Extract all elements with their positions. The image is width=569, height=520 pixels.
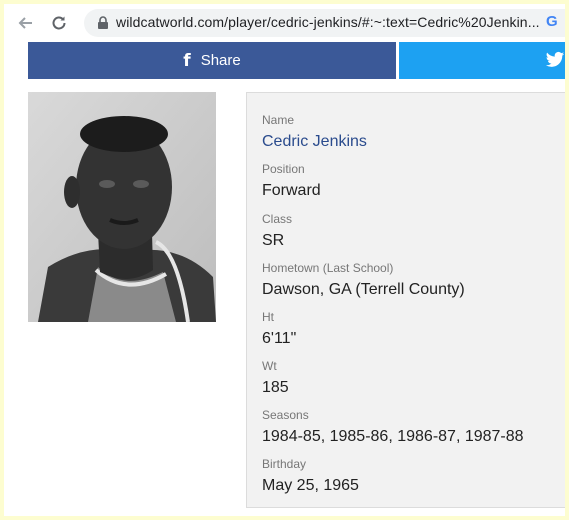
field-seasons: Seasons 1984-85, 1985-86, 1986-87, 1987-…	[262, 408, 524, 447]
lock-icon	[98, 16, 108, 29]
field-birthday: Birthday May 25, 1965	[262, 457, 359, 496]
field-hometown: Hometown (Last School) Dawson, GA (Terre…	[262, 261, 465, 300]
browser-window: wildcatworld.com/player/cedric-jenkins/#…	[4, 4, 565, 516]
field-label: Position	[262, 162, 305, 176]
field-value: May 25, 1965	[262, 477, 359, 494]
field-label: Class	[262, 212, 293, 226]
field-value: SR	[262, 232, 285, 249]
facebook-icon: f	[183, 50, 191, 71]
field-label: Seasons	[262, 408, 309, 422]
field-class: Class SR	[262, 212, 292, 251]
reload-icon[interactable]	[48, 12, 70, 34]
facebook-share-button[interactable]: f Share	[28, 42, 396, 79]
field-label: Hometown (Last School)	[262, 261, 394, 275]
back-arrow-icon[interactable]	[14, 12, 36, 34]
field-value: 6'11"	[262, 330, 297, 347]
field-label: Birthday	[262, 457, 307, 471]
player-info-panel: Name Cedric Jenkins Position Forward Cla…	[246, 92, 565, 508]
field-value: 185	[262, 379, 289, 396]
url-text: wildcatworld.com/player/cedric-jenkins/#…	[116, 14, 540, 30]
field-label: Name	[262, 113, 295, 127]
twitter-share-button[interactable]	[399, 42, 565, 79]
field-position: Position Forward	[262, 162, 321, 201]
field-weight: Wt 185	[262, 359, 289, 398]
field-label: Wt	[262, 359, 277, 373]
field-height: Ht 6'11"	[262, 310, 296, 349]
field-value: Dawson, GA (Terrell County)	[262, 281, 465, 298]
google-icon[interactable]: G	[546, 13, 558, 30]
address-bar[interactable]: wildcatworld.com/player/cedric-jenkins/#…	[84, 9, 565, 37]
browser-toolbar: wildcatworld.com/player/cedric-jenkins/#…	[4, 4, 565, 42]
field-label: Ht	[262, 310, 274, 324]
player-photo	[28, 92, 216, 322]
player-name-link[interactable]: Cedric Jenkins	[262, 132, 367, 152]
field-value: Forward	[262, 182, 321, 199]
field-name: Name Cedric Jenkins	[262, 113, 367, 152]
facebook-share-label: Share	[200, 52, 241, 69]
twitter-icon	[545, 51, 565, 67]
field-value: 1984-85, 1985-86, 1986-87, 1987-88	[262, 428, 524, 445]
